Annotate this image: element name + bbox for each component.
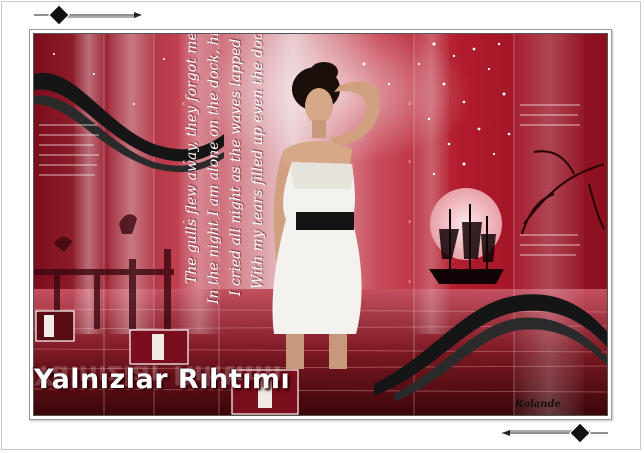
diamond-ornament-icon — [48, 4, 70, 26]
svg-text:›: › — [408, 99, 411, 108]
poem-line-2: In the night I am alone on the dock, hit… — [206, 33, 222, 304]
svg-text:›: › — [408, 217, 411, 226]
svg-text:›: › — [408, 277, 411, 286]
poem-line-1: The gulls flew away, they forgot me — [184, 33, 200, 284]
corner-ornament-top — [34, 4, 142, 26]
arrow-line-icon — [134, 12, 142, 18]
diamond-ornament-icon — [569, 422, 591, 444]
artist-signature: Rolande — [515, 399, 561, 410]
poem-line-3: I cried all night as the waves lapped at — [228, 33, 244, 296]
poem-line-4: With my tears filled up even the dock — [250, 33, 266, 289]
svg-text:›: › — [408, 157, 411, 166]
corner-ornament-bottom — [502, 422, 608, 444]
artwork-title-reflection: Yalnızlar Rıhtımı — [34, 366, 282, 388]
artwork-image: ‹ ‹ ‹ › › › › The gulls flew away, they … — [33, 33, 608, 416]
arrow-line-icon — [502, 430, 510, 436]
